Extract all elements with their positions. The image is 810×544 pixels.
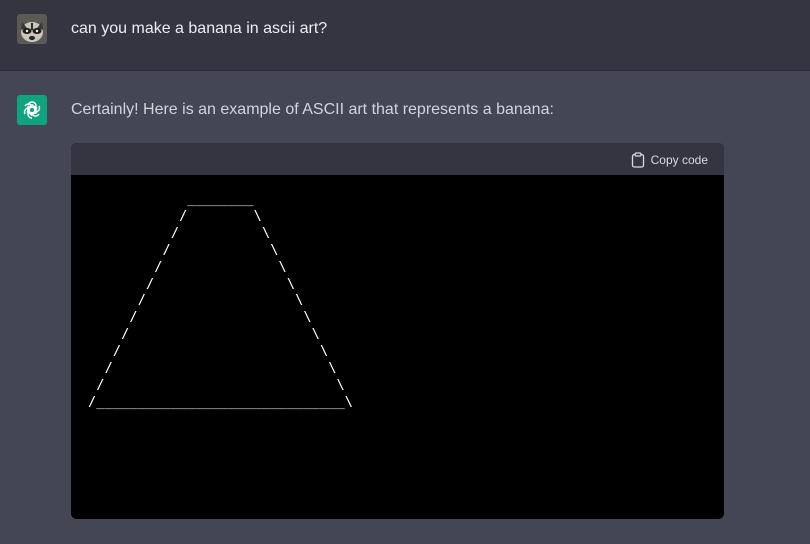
ascii-art-code: ________ / \ / \ / \ / \ / \ / \ / \ / \…: [88, 191, 354, 410]
user-message-text: can you make a banana in ascii art?: [71, 20, 328, 37]
copy-code-button[interactable]: Copy code: [631, 151, 708, 169]
assistant-message-text: Certainly! Here is an example of ASCII a…: [71, 101, 554, 118]
assistant-avatar: [17, 95, 47, 125]
code-block: Copy code ________ / \ / \ / \ / \ / \ /…: [71, 143, 724, 519]
user-avatar: [17, 14, 47, 44]
code-block-header: Copy code: [71, 143, 724, 175]
code-body: ________ / \ / \ / \ / \ / \ / \ / \ / \…: [71, 175, 724, 519]
user-message-row: can you make a banana in ascii art?: [0, 0, 810, 71]
raccoon-avatar-icon: [17, 14, 47, 44]
openai-logo-icon: [23, 101, 41, 119]
clipboard-icon: [631, 152, 644, 168]
assistant-message-row: Certainly! Here is an example of ASCII a…: [0, 71, 810, 544]
copy-code-label: Copy code: [650, 153, 708, 167]
